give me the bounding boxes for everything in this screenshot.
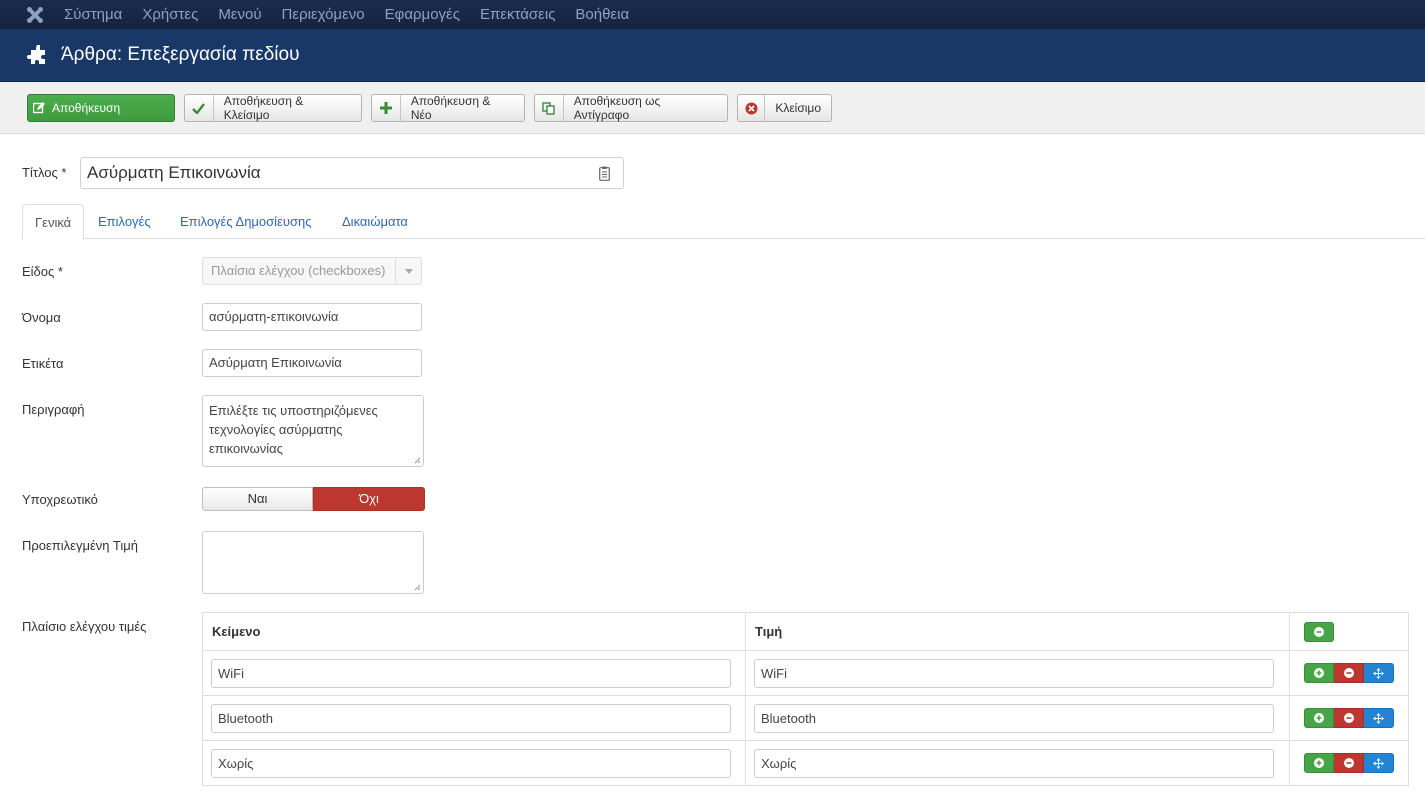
option-value-input[interactable]: Χωρίς bbox=[754, 748, 1274, 778]
plus-circle-icon bbox=[1314, 626, 1324, 637]
minus-circle-icon bbox=[1343, 713, 1354, 723]
required-yes-button[interactable]: Ναι bbox=[202, 487, 313, 511]
toolbar: Αποθήκευση Αποθήκευση & Κλείσιμο Αποθήκε… bbox=[0, 82, 1425, 134]
tab-options[interactable]: Επιλογές bbox=[86, 204, 163, 239]
move-row-button[interactable] bbox=[1364, 753, 1394, 773]
tab-permissions[interactable]: Δικαιώματα bbox=[330, 204, 420, 239]
col-value-header: Τιμή bbox=[745, 612, 1290, 651]
option-text-input[interactable]: WiFi bbox=[211, 658, 731, 688]
tab-bar: Γενικά Επιλογές Επιλογές Δημοσίευσης Δικ… bbox=[22, 204, 1425, 240]
move-icon bbox=[1373, 757, 1384, 769]
table-row: WiFi WiFi bbox=[202, 650, 1409, 696]
resize-grip-icon[interactable] bbox=[414, 584, 421, 591]
title-input[interactable] bbox=[81, 158, 581, 188]
move-icon bbox=[1373, 667, 1384, 679]
description-value: Επιλέξτε τις υποστηριζόμενες τεχνολογίες… bbox=[209, 403, 378, 456]
save-button[interactable]: Αποθήκευση bbox=[27, 94, 175, 122]
minus-circle-icon bbox=[1343, 758, 1354, 768]
menu-help[interactable]: Βοήθεια bbox=[565, 0, 639, 29]
move-row-button[interactable] bbox=[1364, 708, 1394, 728]
table-row: Bluetooth Bluetooth bbox=[202, 695, 1409, 741]
page-title: Άρθρα: Επεξεργασία πεδίου bbox=[61, 44, 300, 65]
page-header: Άρθρα: Επεξεργασία πεδίου bbox=[0, 29, 1425, 82]
required-no-button[interactable]: Όχι bbox=[313, 487, 425, 511]
type-label: Είδος * bbox=[22, 264, 63, 279]
edit-icon bbox=[28, 95, 50, 121]
caret-down-icon bbox=[395, 258, 421, 284]
add-after-button[interactable] bbox=[1304, 663, 1334, 683]
required-label: Υποχρεωτικό bbox=[22, 492, 98, 507]
check-icon bbox=[185, 95, 214, 121]
tab-publishing[interactable]: Επιλογές Δημοσίευσης bbox=[168, 204, 324, 239]
table-row: Χωρίς Χωρίς bbox=[202, 740, 1409, 786]
save-label: Αποθήκευση bbox=[52, 101, 121, 115]
row-action-group bbox=[1304, 708, 1408, 728]
title-field[interactable] bbox=[80, 157, 624, 189]
options-header-row: Κείμενο Τιμή bbox=[202, 612, 1409, 651]
option-value-input[interactable]: WiFi bbox=[754, 658, 1274, 688]
cancel-icon bbox=[738, 95, 766, 121]
move-icon bbox=[1373, 712, 1384, 724]
field-label-label: Ετικέτα bbox=[22, 356, 64, 371]
save-new-label: Αποθήκευση & Νέο bbox=[410, 94, 491, 122]
menu-menus[interactable]: Μενού bbox=[208, 0, 271, 29]
menu-extensions[interactable]: Επεκτάσεις bbox=[470, 0, 565, 29]
default-value-label: Προεπιλεγμένη Τιμή bbox=[22, 538, 138, 553]
save-copy-button[interactable]: Αποθήκευση ως Αντίγραφο bbox=[534, 94, 728, 122]
minus-circle-icon bbox=[1343, 668, 1354, 678]
option-value-input[interactable]: Bluetooth bbox=[754, 703, 1274, 733]
close-label: Κλείσιμο bbox=[775, 101, 821, 115]
plus-circle-icon bbox=[1314, 758, 1324, 768]
menu-users[interactable]: Χρήστες bbox=[132, 0, 208, 29]
options-label: Πλαίσιο ελέγχου τιμές bbox=[22, 619, 147, 634]
copy-icon bbox=[535, 95, 564, 121]
name-input[interactable]: ασύρματη-επικοινωνία bbox=[202, 303, 422, 331]
plus-circle-icon bbox=[1314, 668, 1324, 678]
add-after-button[interactable] bbox=[1304, 708, 1334, 728]
description-textarea[interactable]: Επιλέξτε τις υποστηριζόμενες τεχνολογίες… bbox=[202, 395, 424, 467]
tab-general[interactable]: Γενικά bbox=[22, 204, 85, 240]
default-value-textarea[interactable] bbox=[202, 531, 424, 594]
remove-row-button[interactable] bbox=[1334, 663, 1364, 683]
description-label: Περιγραφή bbox=[22, 402, 85, 417]
remove-row-button[interactable] bbox=[1334, 708, 1364, 728]
required-toggle: Ναι Όχι bbox=[202, 487, 425, 511]
close-button[interactable]: Κλείσιμο bbox=[737, 94, 832, 122]
name-label: Όνομα bbox=[22, 310, 61, 325]
row-action-group bbox=[1304, 663, 1408, 683]
option-text-input[interactable]: Χωρίς bbox=[211, 748, 731, 778]
actions-header bbox=[1289, 612, 1409, 651]
plus-circle-icon bbox=[1314, 713, 1324, 723]
menu-system[interactable]: Σύστημα bbox=[54, 0, 132, 29]
save-close-button[interactable]: Αποθήκευση & Κλείσιμο bbox=[184, 94, 362, 122]
row-action-group bbox=[1304, 753, 1408, 773]
menu-components[interactable]: Εφαρμογές bbox=[375, 0, 470, 29]
plus-icon bbox=[372, 95, 401, 121]
field-label-input[interactable]: Ασύρματη Επικοινωνία bbox=[202, 349, 422, 377]
resize-grip-icon[interactable] bbox=[414, 457, 421, 464]
save-new-button[interactable]: Αποθήκευση & Νέο bbox=[371, 94, 525, 122]
joomla-logo-icon[interactable] bbox=[24, 4, 46, 26]
save-copy-label: Αποθήκευση ως Αντίγραφο bbox=[573, 94, 661, 122]
add-after-button[interactable] bbox=[1304, 753, 1334, 773]
move-row-button[interactable] bbox=[1364, 663, 1394, 683]
option-text-input[interactable]: Bluetooth bbox=[211, 703, 731, 733]
remove-row-button[interactable] bbox=[1334, 753, 1364, 773]
type-value: Πλαίσια ελέγχου (checkboxes) bbox=[211, 263, 386, 278]
puzzle-icon bbox=[27, 45, 45, 64]
add-row-button[interactable] bbox=[1304, 621, 1334, 642]
clipboard-icon[interactable] bbox=[599, 166, 610, 181]
col-text-header: Κείμενο bbox=[202, 612, 746, 651]
menu-content[interactable]: Περιεχόμενο bbox=[272, 0, 375, 29]
type-select: Πλαίσια ελέγχου (checkboxes) bbox=[202, 257, 422, 285]
title-label: Τίτλος * bbox=[22, 165, 67, 180]
top-navbar: Σύστημα Χρήστες Μενού Περιεχόμενο Εφαρμο… bbox=[0, 0, 1425, 29]
save-close-label: Αποθήκευση & Κλείσιμο bbox=[223, 94, 304, 122]
options-table: Κείμενο Τιμή WiFi WiFi Bluetooth Bluetoo… bbox=[202, 612, 1409, 786]
